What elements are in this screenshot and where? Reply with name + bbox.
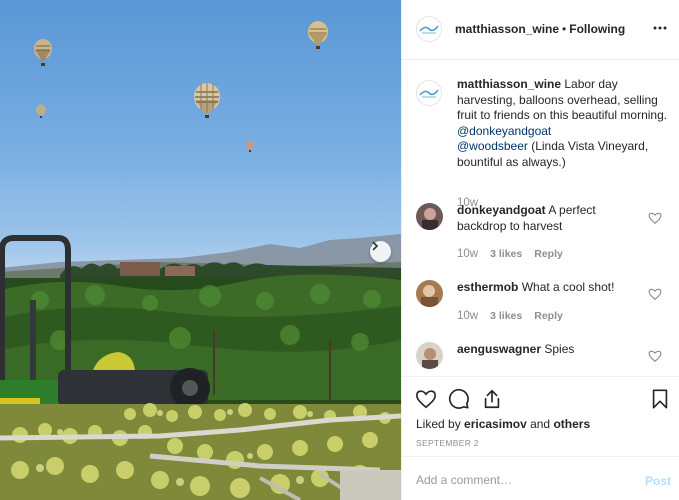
vineyard-balloons-image <box>0 21 401 500</box>
liked-by-prefix: Liked by <box>416 417 465 431</box>
header-separator: • <box>562 22 567 36</box>
avatar[interactable] <box>416 280 443 307</box>
comment-item: donkeyandgoat A perfect backdrop to harv… <box>416 203 671 260</box>
comment-icon[interactable] <box>448 388 470 410</box>
comment-text: donkeyandgoat A perfect backdrop to harv… <box>457 203 643 234</box>
add-comment-bar: Post <box>402 456 679 500</box>
following-button[interactable]: Following <box>569 22 625 36</box>
post-photo[interactable] <box>0 0 401 500</box>
comment-meta: 10w 3 likes Reply <box>457 310 575 322</box>
comment-input[interactable] <box>416 470 626 490</box>
comment-text: aenguswagner Spies <box>457 342 643 358</box>
comment-username[interactable]: aenguswagner <box>457 342 541 356</box>
balloon <box>246 140 254 152</box>
more-horizontal-icon <box>653 26 667 30</box>
heart-icon[interactable] <box>415 388 437 410</box>
bookmark-icon[interactable] <box>649 388 671 410</box>
liked-by-user[interactable]: ericasimov <box>464 417 527 431</box>
balloon <box>34 39 52 66</box>
avatar[interactable] <box>416 16 442 42</box>
user-avatar-photo <box>416 203 443 230</box>
chevron-right-icon <box>372 241 379 251</box>
carousel-next-button[interactable] <box>370 241 391 262</box>
caption-text: matthiasson_wine Labor day harvesting, b… <box>457 77 671 170</box>
more-options-button[interactable] <box>652 20 668 36</box>
post-header: matthiasson_wine • Following <box>402 0 679 60</box>
user-avatar-photo <box>416 342 443 369</box>
brand-logo-icon <box>419 25 439 34</box>
liked-by-others[interactable]: others <box>553 417 590 431</box>
mention-link[interactable]: @woodsbeer <box>457 139 528 153</box>
header-title: matthiasson_wine • Following <box>455 22 625 36</box>
comment-item: aenguswagner Spies <box>416 342 671 369</box>
heart-icon[interactable] <box>648 349 662 363</box>
comment-likes[interactable]: 3 likes <box>490 248 522 260</box>
mention-link[interactable]: @donkeyandgoat <box>457 124 551 138</box>
balloon <box>36 104 46 118</box>
comment-username[interactable]: donkeyandgoat <box>457 203 546 217</box>
comment-text: esthermob What a cool shot! <box>457 280 643 296</box>
avatar[interactable] <box>416 80 442 106</box>
comment-likes[interactable]: 3 likes <box>490 310 522 322</box>
comment-body: Spies <box>541 342 575 356</box>
comment-body: What a cool shot! <box>518 280 615 294</box>
header-username[interactable]: matthiasson_wine <box>455 22 559 36</box>
heart-icon[interactable] <box>648 287 662 301</box>
liked-by: Liked by ericasimov and others <box>416 417 590 431</box>
grape-bins <box>0 403 401 500</box>
post-date[interactable]: SEPTEMBER 2 <box>416 438 479 448</box>
user-avatar-photo <box>416 280 443 307</box>
heart-icon[interactable] <box>648 211 662 225</box>
brand-logo-icon <box>419 89 439 98</box>
comment-timestamp[interactable]: 10w <box>457 248 478 260</box>
comment-meta: 10w 3 likes Reply <box>457 248 575 260</box>
comments-list[interactable]: matthiasson_wine Labor day harvesting, b… <box>402 61 679 375</box>
avatar[interactable] <box>416 203 443 230</box>
post-comment-button[interactable]: Post <box>645 474 671 488</box>
comment-item: esthermob What a cool shot! 10w 3 likes Re… <box>416 280 671 322</box>
liked-by-and: and <box>526 417 554 431</box>
avatar[interactable] <box>416 342 443 369</box>
share-icon[interactable] <box>481 388 503 410</box>
reply-button[interactable]: Reply <box>534 248 563 260</box>
caption-username[interactable]: matthiasson_wine <box>457 77 561 91</box>
balloon <box>194 83 220 118</box>
comment-username[interactable]: esthermob <box>457 280 518 294</box>
balloon <box>308 21 328 49</box>
comment-timestamp[interactable]: 10w <box>457 310 478 322</box>
post-caption: matthiasson_wine Labor day harvesting, b… <box>416 77 671 209</box>
reply-button[interactable]: Reply <box>534 310 563 322</box>
post-detail-panel: matthiasson_wine • Following matthiasson_w… <box>401 0 679 500</box>
post-actions: Liked by ericasimov and others SEPTEMBER… <box>402 376 679 456</box>
